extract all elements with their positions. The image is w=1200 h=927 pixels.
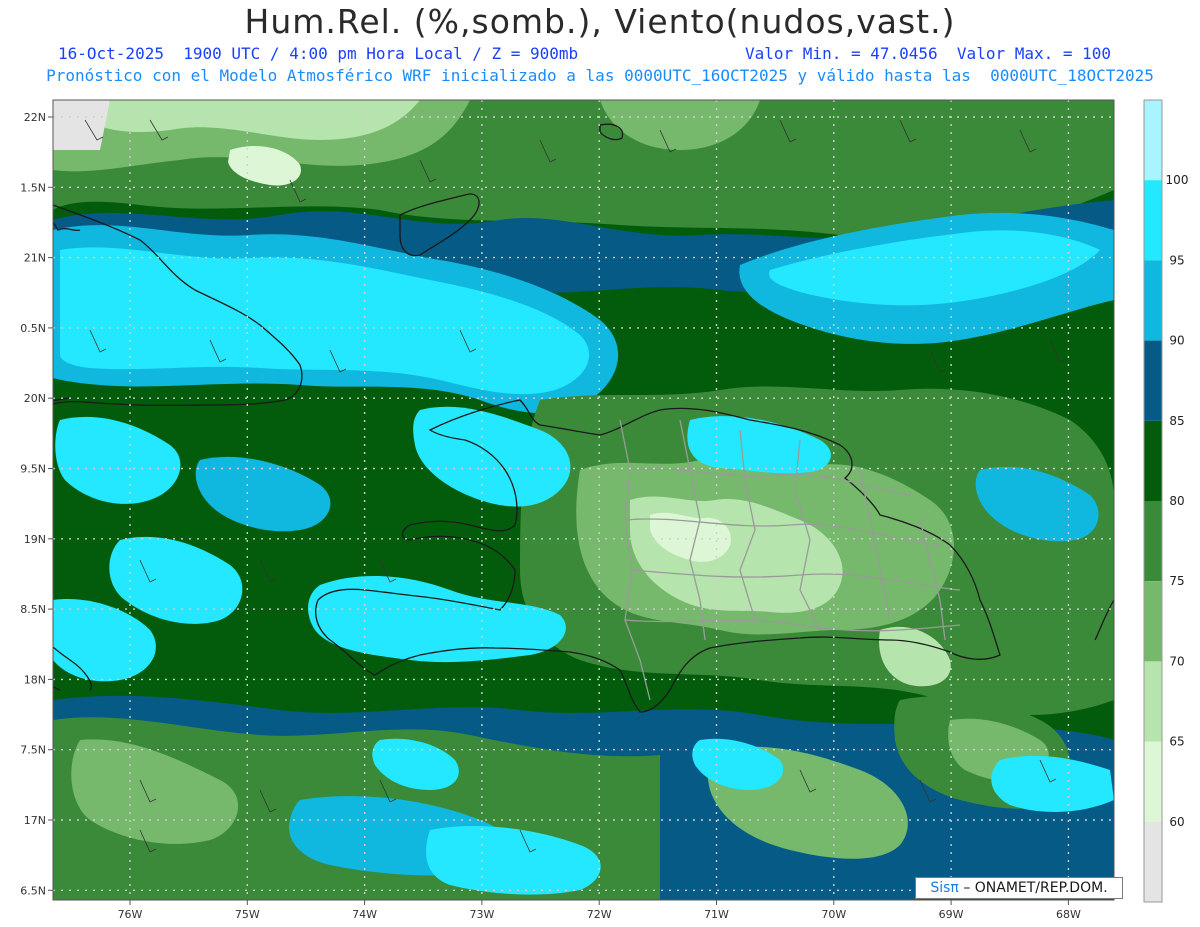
colorbar-segment [1144, 340, 1162, 421]
colorbar: 100 95 90 85 80 75 70 65 60 [1143, 99, 1189, 903]
lon-label: 71W [704, 908, 729, 921]
colorbar-segment [1144, 180, 1162, 261]
credit-box: Sisπ – ONAMET/REP.DOM. [915, 877, 1123, 899]
lon-label: 76W [118, 908, 143, 921]
lon-label: 72W [587, 908, 612, 921]
colorbar-label: 75 [1169, 574, 1184, 588]
lat-label: 8.5N [20, 603, 46, 616]
lat-label: 0.5N [20, 322, 46, 335]
humidity-field [53, 100, 1114, 900]
lat-label: 1.5N [20, 181, 46, 194]
colorbar-segment [1144, 821, 1162, 902]
humidity-map: 22N 1.5N 21N 0.5N 20N 9.5N 19N 8.5N 18N 7.5N 17N 6.… [20, 99, 1189, 921]
lat-label: 19N [24, 533, 46, 546]
colorbar-segment [1144, 420, 1162, 501]
credit-text: – ONAMET/REP.DOM. [963, 880, 1108, 896]
lat-label: 21N [24, 252, 46, 265]
lon-label: 68W [1056, 908, 1081, 921]
colorbar-label: 70 [1169, 654, 1184, 668]
colorbar-segment [1144, 501, 1162, 582]
lat-label: 9.5N [20, 463, 46, 476]
colorbar-label: 80 [1169, 494, 1184, 508]
colorbar-segment [1144, 661, 1162, 742]
colorbar-label: 60 [1169, 815, 1184, 829]
colorbar-label: 90 [1169, 334, 1184, 348]
lon-label: 70W [821, 908, 846, 921]
lon-label: 73W [469, 908, 494, 921]
lat-label: 6.5N [20, 884, 46, 897]
lat-label: 7.5N [20, 744, 46, 757]
colorbar-label: 100 [1166, 173, 1189, 187]
colorbar-label: 65 [1169, 735, 1184, 749]
lon-label: 74W [352, 908, 377, 921]
lon-label: 69W [939, 908, 964, 921]
colorbar-segment [1144, 741, 1162, 822]
longitude-axis: 76W 75W 74W 73W 72W 71W 70W 69W 68W [118, 900, 1081, 921]
colorbar-segment [1144, 260, 1162, 341]
colorbar-segment [1144, 100, 1162, 181]
lat-label: 20N [24, 392, 46, 405]
lat-label: 17N [24, 814, 46, 827]
latitude-axis: 22N 1.5N 21N 0.5N 20N 9.5N 19N 8.5N 18N 7.5N 17N 6.… [20, 111, 53, 897]
lat-label: 18N [24, 673, 46, 686]
lat-label: 22N [24, 111, 46, 124]
sistema-logo: Sisπ [930, 880, 959, 896]
colorbar-label: 95 [1169, 253, 1184, 267]
colorbar-segment [1144, 581, 1162, 662]
lon-label: 75W [235, 908, 260, 921]
colorbar-label: 85 [1169, 414, 1184, 428]
